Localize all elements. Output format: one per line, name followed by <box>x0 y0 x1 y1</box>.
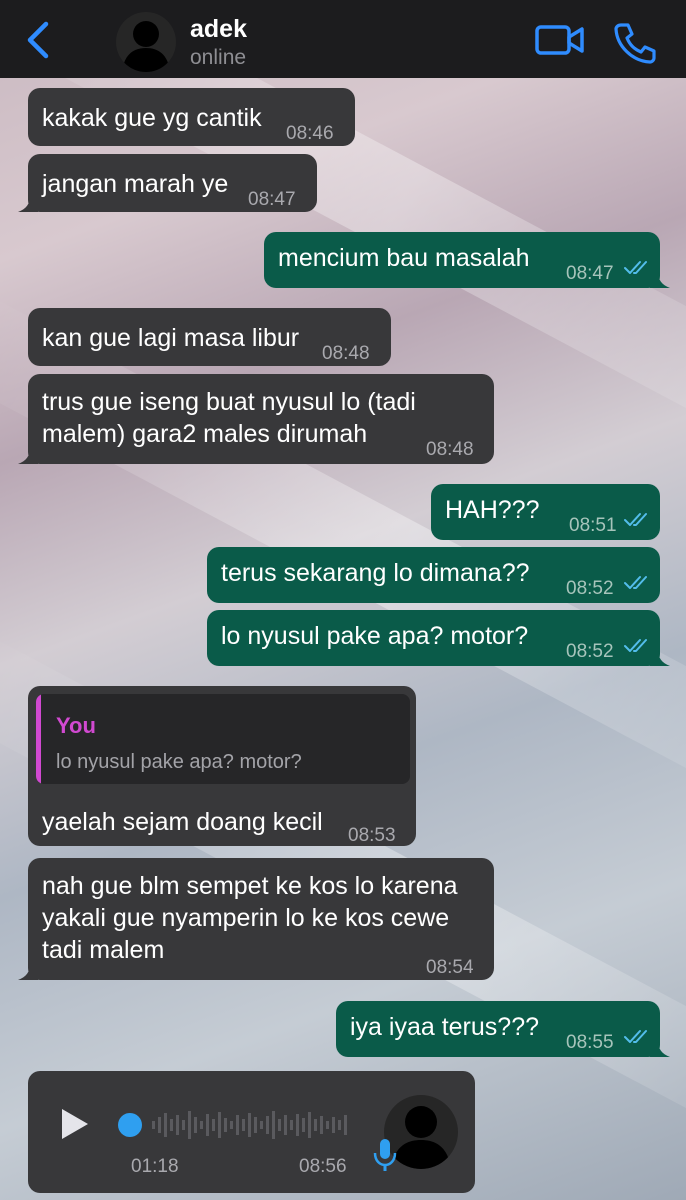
bubble-tail <box>18 196 38 212</box>
play-icon <box>62 1109 88 1139</box>
contact-status: online <box>190 46 247 69</box>
contact-avatar[interactable] <box>116 12 176 72</box>
message-time: 08:47 <box>566 263 614 284</box>
message-bubble-outgoing[interactable]: terus sekarang lo dimana?? 08:52 <box>207 547 660 603</box>
message-text: iya iyaa terus??? <box>350 1013 540 1041</box>
message-time: 08:51 <box>569 515 617 536</box>
double-check-icon <box>624 576 647 589</box>
bubble-tail <box>650 1041 670 1057</box>
playback-scrubber[interactable] <box>118 1113 142 1137</box>
voice-time: 08:56 <box>299 1156 347 1177</box>
voice-call-button[interactable] <box>612 20 656 64</box>
double-check-icon <box>624 513 647 526</box>
back-button[interactable] <box>20 18 56 62</box>
message-text: mencium bau masalah <box>278 244 530 272</box>
message-time: 08:47 <box>248 189 296 210</box>
bubble-tail <box>18 448 38 464</box>
quote-accent-bar <box>36 694 41 784</box>
message-bubble-incoming[interactable]: kakak gue yg cantik 08:46 <box>28 88 355 146</box>
bubble-tail <box>18 964 38 980</box>
message-bubble-incoming[interactable]: nah gue blm sempet ke kos lo karena yaka… <box>18 858 494 980</box>
message-bubble-incoming[interactable]: trus gue iseng buat nyusul lo (tadi male… <box>18 374 494 464</box>
back-chevron-icon <box>27 21 49 59</box>
message-text: terus sekarang lo dimana?? <box>221 559 530 587</box>
message-text: lo nyusul pake apa? motor? <box>221 622 529 650</box>
message-time: 08:54 <box>426 957 474 978</box>
message-time: 08:46 <box>286 123 334 144</box>
message-text-line: malem) gara2 males dirumah <box>42 420 368 448</box>
message-text-line: yakali gue nyamperin lo ke kos cewe <box>42 904 450 932</box>
message-time: 08:48 <box>426 439 474 460</box>
contact-name[interactable]: adek <box>190 15 247 44</box>
avatar-silhouette-icon <box>122 21 170 72</box>
video-call-button[interactable] <box>534 22 586 60</box>
voice-waveform[interactable] <box>116 1107 352 1143</box>
message-bubble-incoming[interactable]: jangan marah ye 08:47 <box>18 154 317 212</box>
double-check-icon <box>624 261 647 274</box>
bubble-tail <box>650 272 670 288</box>
message-text: jangan marah ye <box>42 170 229 198</box>
message-time: 08:52 <box>566 641 614 662</box>
message-text-line: tadi malem <box>42 936 165 964</box>
message-bubble-incoming[interactable]: kan gue lagi masa libur 08:48 <box>28 308 391 366</box>
double-check-icon <box>624 1030 647 1043</box>
voice-duration: 01:18 <box>131 1156 179 1177</box>
message-text-line: nah gue blm sempet ke kos lo karena <box>42 872 458 900</box>
quote-sender: You <box>56 713 96 738</box>
message-bubble-outgoing[interactable]: HAH??? 08:51 <box>431 484 660 540</box>
message-time: 08:48 <box>322 343 370 364</box>
play-button[interactable] <box>58 1107 90 1141</box>
message-time: 08:55 <box>566 1032 614 1053</box>
message-time: 08:52 <box>566 578 614 599</box>
message-bubble-outgoing[interactable]: mencium bau masalah 08:47 <box>264 232 670 288</box>
message-text: HAH??? <box>445 496 540 524</box>
voice-note-bubble[interactable]: 01:18 08:56 <box>28 1071 475 1193</box>
message-time: 08:53 <box>348 825 396 846</box>
video-call-icon <box>535 25 584 55</box>
message-bubble-outgoing[interactable]: lo nyusul pake apa? motor? 08:52 <box>207 610 670 666</box>
message-bubble-outgoing[interactable]: iya iyaa terus??? 08:55 <box>336 1001 670 1057</box>
message-text: kan gue lagi masa libur <box>42 324 300 352</box>
message-bubble-incoming-reply[interactable]: You lo nyusul pake apa? motor? yaelah se… <box>28 686 416 846</box>
double-check-icon <box>624 639 647 652</box>
quoted-message[interactable]: You lo nyusul pake apa? motor? <box>36 694 410 784</box>
message-text: yaelah sejam doang kecil <box>42 808 323 836</box>
message-text-line: trus gue iseng buat nyusul lo (tadi <box>42 388 416 416</box>
phone-icon <box>614 23 656 64</box>
message-text: kakak gue yg cantik <box>42 104 262 132</box>
chat-header: adek online <box>0 0 686 78</box>
microphone-icon <box>373 1139 397 1171</box>
bubble-tail <box>650 650 670 666</box>
quote-text: lo nyusul pake apa? motor? <box>56 751 302 773</box>
